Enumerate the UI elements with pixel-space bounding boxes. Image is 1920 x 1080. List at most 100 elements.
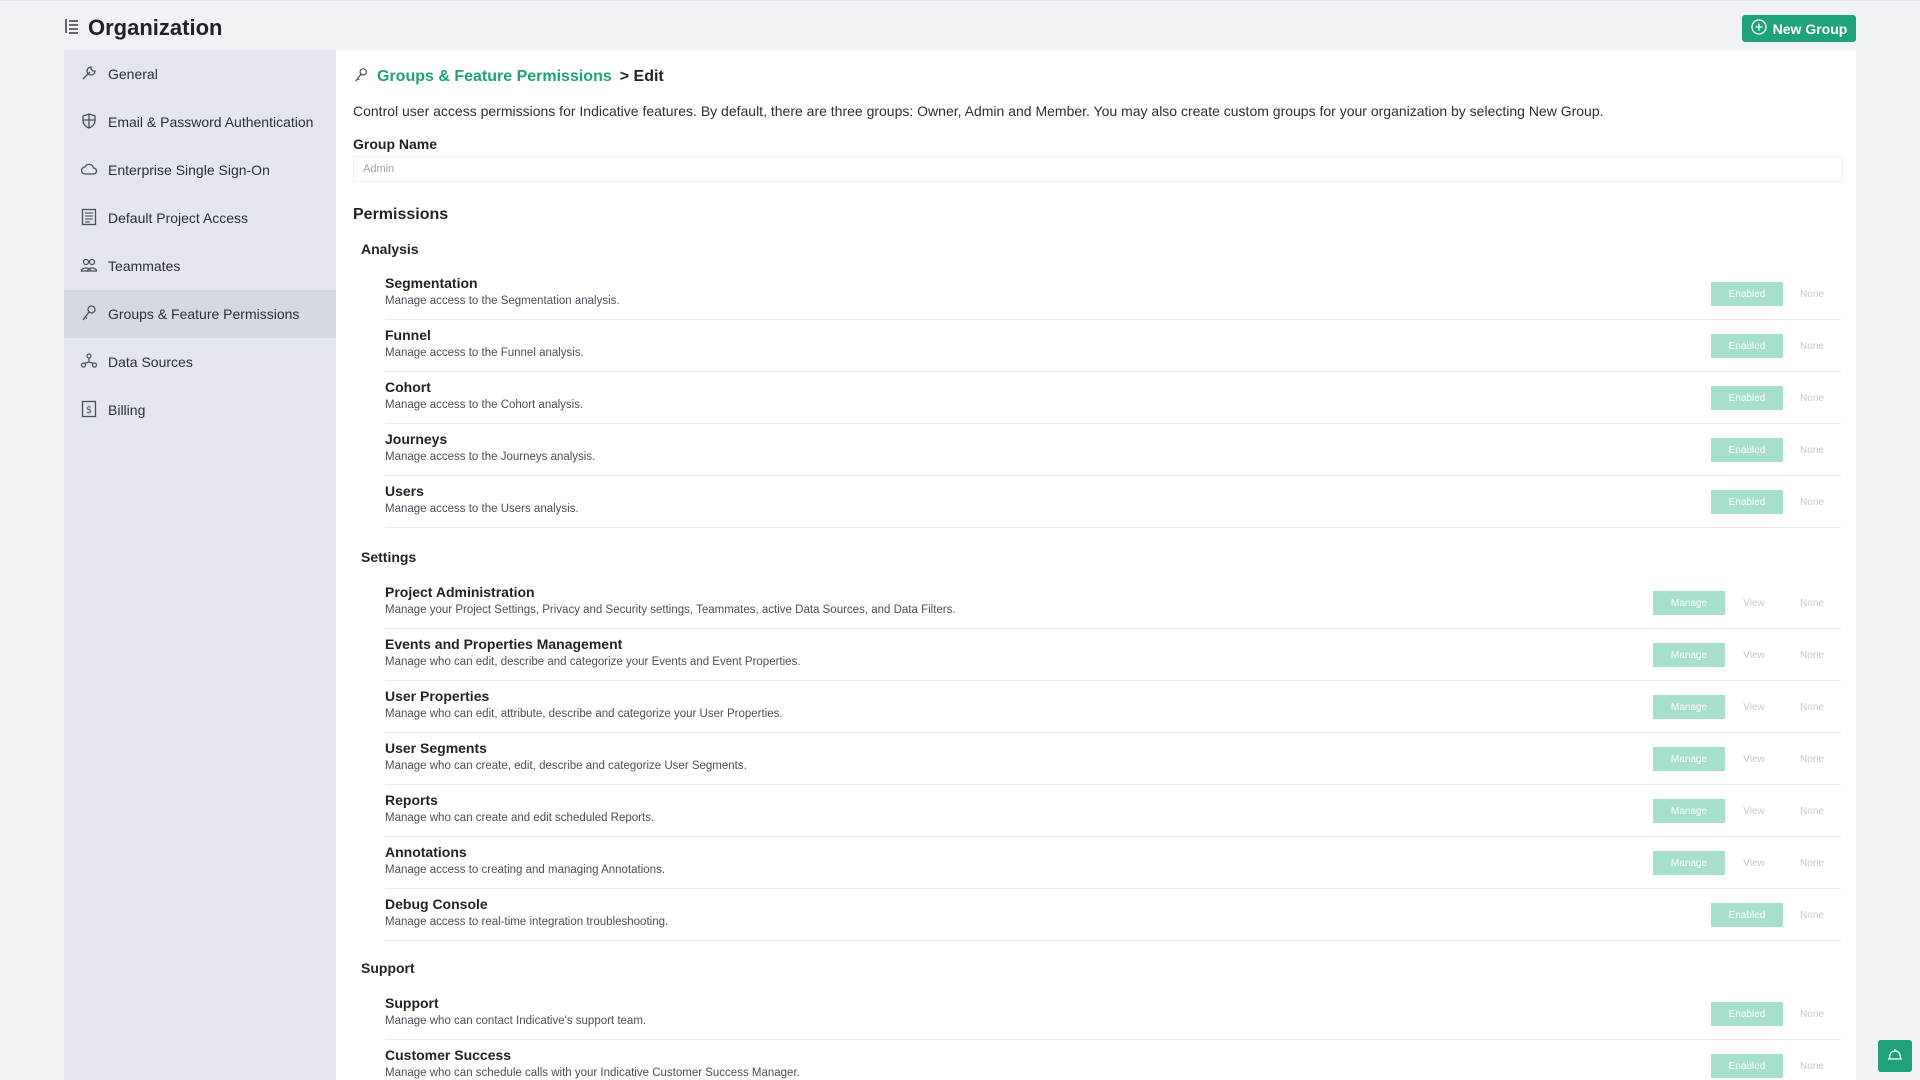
permission-name: Support (385, 995, 439, 1011)
new-group-button[interactable]: New Group (1742, 15, 1856, 42)
people-icon (80, 256, 98, 277)
wrench-icon (80, 64, 98, 85)
permission-description: Manage access to the Users analysis. (385, 503, 579, 515)
permission-row: Events and Properties Management Manage w… (385, 629, 1841, 681)
option-none-button[interactable]: None (1783, 282, 1841, 306)
option-none-button[interactable]: None (1783, 490, 1841, 514)
dollar-icon: $ (80, 400, 98, 421)
permission-row: Users Manage access to the Users analysis… (385, 476, 1841, 528)
option-view-button[interactable]: View (1725, 851, 1783, 875)
permission-row: Project Administration Manage your Projec… (385, 577, 1841, 629)
option-enabled-button[interactable]: Enabled (1711, 282, 1783, 306)
permissions-heading: Permissions (353, 206, 449, 223)
option-none-button[interactable]: None (1783, 903, 1841, 927)
permission-name: Funnel (385, 327, 431, 343)
option-view-button[interactable]: View (1725, 799, 1783, 823)
option-manage-button[interactable]: Manage (1653, 591, 1725, 615)
sidebar-item-email-password[interactable]: Email & Password Authentication (64, 98, 336, 146)
cloud-icon (80, 160, 98, 181)
permission-row: Segmentation Manage access to the Segment… (385, 268, 1841, 320)
permission-description: Manage who can schedule calls with your … (385, 1067, 800, 1079)
option-manage-button[interactable]: Manage (1653, 747, 1725, 771)
option-none-button[interactable]: None (1783, 1054, 1841, 1078)
option-none-button[interactable]: None (1783, 643, 1841, 667)
option-enabled-button[interactable]: Enabled (1711, 438, 1783, 462)
option-view-button[interactable]: View (1725, 643, 1783, 667)
option-enabled-button[interactable]: Enabled (1711, 490, 1783, 514)
option-view-button[interactable]: View (1725, 747, 1783, 771)
permission-row: Annotations Manage access to creating and… (385, 837, 1841, 889)
permission-row: Journeys Manage access to the Journeys an… (385, 424, 1841, 476)
page-title: Organization (88, 15, 223, 40)
option-enabled-button[interactable]: Enabled (1711, 1002, 1783, 1026)
main-panel: Groups & Feature Permissions > Edit Cont… (336, 50, 1856, 1080)
option-none-button[interactable]: None (1783, 386, 1841, 410)
option-enabled-button[interactable]: Enabled (1711, 386, 1783, 410)
help-button[interactable] (1878, 1040, 1912, 1072)
option-none-button[interactable]: None (1783, 799, 1841, 823)
option-none-button[interactable]: None (1783, 695, 1841, 719)
permission-description: Manage your Project Settings, Privacy an… (385, 604, 956, 616)
permission-toggle: Enabled None (1711, 386, 1841, 410)
shield-icon (80, 112, 98, 133)
sidebar-item-default-project-access[interactable]: Default Project Access (64, 194, 336, 242)
sidebar: General Email & Password Authentication … (64, 50, 336, 1080)
breadcrumb-link[interactable]: Groups & Feature Permissions (377, 68, 612, 86)
permission-toggle: Manage View None (1653, 851, 1841, 875)
key-icon (353, 66, 369, 89)
list-icon (64, 17, 80, 40)
option-none-button[interactable]: None (1783, 1002, 1841, 1026)
sidebar-item-data-sources[interactable]: Data Sources (64, 338, 336, 386)
key-icon (80, 304, 98, 325)
sidebar-item-billing[interactable]: $ Billing (64, 386, 336, 434)
option-none-button[interactable]: None (1783, 851, 1841, 875)
permission-row: User Segments Manage who can create, edit… (385, 733, 1841, 785)
option-manage-button[interactable]: Manage (1653, 799, 1725, 823)
option-none-button[interactable]: None (1783, 591, 1841, 615)
permission-toggle: Enabled None (1711, 1002, 1841, 1026)
option-none-button[interactable]: None (1783, 334, 1841, 358)
option-manage-button[interactable]: Manage (1653, 695, 1725, 719)
permission-name: Customer Success (385, 1047, 512, 1063)
svg-text:$: $ (86, 405, 92, 416)
option-manage-button[interactable]: Manage (1653, 851, 1725, 875)
section-title-settings: Settings (361, 549, 417, 565)
permission-toggle: Manage View None (1653, 591, 1841, 615)
sidebar-item-label: Billing (108, 402, 146, 418)
permission-name: Journeys (385, 431, 448, 447)
option-manage-button[interactable]: Manage (1653, 643, 1725, 667)
sidebar-item-sso[interactable]: Enterprise Single Sign-On (64, 146, 336, 194)
sidebar-item-groups-permissions[interactable]: Groups & Feature Permissions (64, 290, 336, 338)
sidebar-item-teammates[interactable]: Teammates (64, 242, 336, 290)
option-view-button[interactable]: View (1725, 591, 1783, 615)
option-none-button[interactable]: None (1783, 747, 1841, 771)
breadcrumb-current: > Edit (619, 68, 664, 85)
sidebar-item-label: Teammates (108, 258, 181, 274)
permission-name: Cohort (385, 379, 431, 395)
option-view-button[interactable]: View (1725, 695, 1783, 719)
permission-name: Debug Console (385, 896, 488, 912)
permission-name: User Segments (385, 740, 487, 756)
sidebar-item-general[interactable]: General (64, 50, 336, 98)
permission-toggle: Manage View None (1653, 695, 1841, 719)
section-title-support: Support (361, 960, 415, 976)
permission-description: Manage who can edit, describe and catego… (385, 656, 801, 668)
permission-description: Manage who can create, edit, describe an… (385, 760, 747, 772)
option-none-button[interactable]: None (1783, 438, 1841, 462)
permission-name: User Properties (385, 688, 490, 704)
permission-name: Events and Properties Management (385, 636, 623, 652)
group-name-field[interactable]: Admin (353, 156, 1843, 182)
permission-name: Users (385, 483, 424, 499)
permission-toggle: Enabled None (1711, 490, 1841, 514)
chat-bell-icon (1886, 1046, 1904, 1067)
breadcrumb: Groups & Feature Permissions > Edit (353, 66, 664, 88)
permission-row: Debug Console Manage access to real-time … (385, 889, 1841, 941)
permission-toggle: Manage View None (1653, 799, 1841, 823)
permission-row: Cohort Manage access to the Cohort analys… (385, 372, 1841, 424)
permission-description: Manage access to the Segmentation analys… (385, 295, 620, 307)
option-enabled-button[interactable]: Enabled (1711, 1054, 1783, 1078)
option-enabled-button[interactable]: Enabled (1711, 903, 1783, 927)
permission-description: Manage access to the Funnel analysis. (385, 347, 584, 359)
permission-toggle: Enabled None (1711, 334, 1841, 358)
option-enabled-button[interactable]: Enabled (1711, 334, 1783, 358)
